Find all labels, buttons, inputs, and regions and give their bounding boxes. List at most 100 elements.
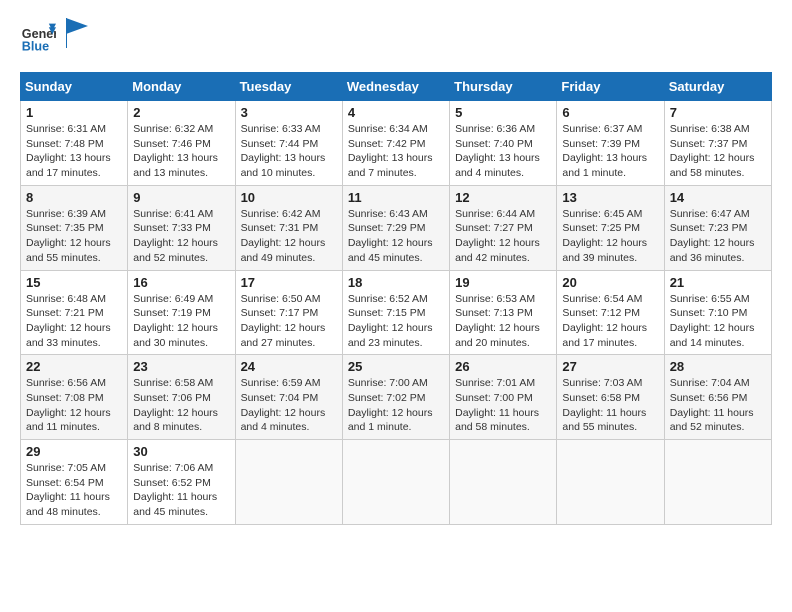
calendar-week-row: 29 Sunrise: 7:05 AM Sunset: 6:54 PM Dayli… — [21, 440, 772, 525]
day-number: 28 — [670, 359, 766, 374]
day-detail: Sunrise: 6:48 AM Sunset: 7:21 PM Dayligh… — [26, 292, 122, 351]
calendar-cell: 5 Sunrise: 6:36 AM Sunset: 7:40 PM Daylig… — [450, 101, 557, 186]
calendar-cell: 28 Sunrise: 7:04 AM Sunset: 6:56 PM Dayli… — [664, 355, 771, 440]
svg-text:Blue: Blue — [22, 40, 49, 54]
calendar-week-row: 8 Sunrise: 6:39 AM Sunset: 7:35 PM Daylig… — [21, 185, 772, 270]
calendar-cell: 21Sunrise: 6:55 AM Sunset: 7:10 PM Dayli… — [664, 270, 771, 355]
day-number: 1 — [26, 105, 122, 120]
day-detail: Sunrise: 6:38 AM Sunset: 7:37 PM Dayligh… — [670, 122, 766, 181]
calendar-cell: 26 Sunrise: 7:01 AM Sunset: 7:00 PM Dayli… — [450, 355, 557, 440]
day-number: 22 — [26, 359, 122, 374]
calendar-cell: 10Sunrise: 6:42 AM Sunset: 7:31 PM Dayli… — [235, 185, 342, 270]
day-number: 23 — [133, 359, 229, 374]
day-number: 29 — [26, 444, 122, 459]
day-number: 2 — [133, 105, 229, 120]
calendar-cell: 22Sunrise: 6:56 AM Sunset: 7:08 PM Dayli… — [21, 355, 128, 440]
calendar-cell: 30 Sunrise: 7:06 AM Sunset: 6:52 PM Dayli… — [128, 440, 235, 525]
calendar-cell: 9 Sunrise: 6:41 AM Sunset: 7:33 PM Daylig… — [128, 185, 235, 270]
header-saturday: Saturday — [664, 73, 771, 101]
calendar-cell: 29 Sunrise: 7:05 AM Sunset: 6:54 PM Dayli… — [21, 440, 128, 525]
day-number: 10 — [241, 190, 337, 205]
calendar-cell: 8 Sunrise: 6:39 AM Sunset: 7:35 PM Daylig… — [21, 185, 128, 270]
day-detail: Sunrise: 6:49 AM Sunset: 7:19 PM Dayligh… — [133, 292, 229, 351]
day-detail: Sunrise: 6:59 AM Sunset: 7:04 PM Dayligh… — [241, 376, 337, 435]
day-detail: Sunrise: 6:52 AM Sunset: 7:15 PM Dayligh… — [348, 292, 444, 351]
calendar-week-row: 22Sunrise: 6:56 AM Sunset: 7:08 PM Dayli… — [21, 355, 772, 440]
calendar-cell: 13 Sunrise: 6:45 AM Sunset: 7:25 PM Dayli… — [557, 185, 664, 270]
day-number: 24 — [241, 359, 337, 374]
day-number: 11 — [348, 190, 444, 205]
day-detail: Sunrise: 6:33 AM Sunset: 7:44 PM Dayligh… — [241, 122, 337, 181]
calendar-cell: 2 Sunrise: 6:32 AM Sunset: 7:46 PM Daylig… — [128, 101, 235, 186]
day-detail: Sunrise: 7:01 AM Sunset: 7:00 PM Dayligh… — [455, 376, 551, 435]
day-number: 16 — [133, 275, 229, 290]
calendar-cell — [664, 440, 771, 525]
day-number: 9 — [133, 190, 229, 205]
day-detail: Sunrise: 7:00 AM Sunset: 7:02 PM Dayligh… — [348, 376, 444, 435]
calendar-cell: 25 Sunrise: 7:00 AM Sunset: 7:02 PM Dayli… — [342, 355, 449, 440]
calendar-header-row: SundayMondayTuesdayWednesdayThursdayFrid… — [21, 73, 772, 101]
day-detail: Sunrise: 6:37 AM Sunset: 7:39 PM Dayligh… — [562, 122, 658, 181]
day-detail: Sunrise: 6:45 AM Sunset: 7:25 PM Dayligh… — [562, 207, 658, 266]
day-detail: Sunrise: 6:34 AM Sunset: 7:42 PM Dayligh… — [348, 122, 444, 181]
day-detail: Sunrise: 6:50 AM Sunset: 7:17 PM Dayligh… — [241, 292, 337, 351]
day-number: 12 — [455, 190, 551, 205]
day-detail: Sunrise: 6:44 AM Sunset: 7:27 PM Dayligh… — [455, 207, 551, 266]
calendar-cell: 16 Sunrise: 6:49 AM Sunset: 7:19 PM Dayli… — [128, 270, 235, 355]
day-number: 20 — [562, 275, 658, 290]
day-number: 3 — [241, 105, 337, 120]
header-sunday: Sunday — [21, 73, 128, 101]
day-detail: Sunrise: 6:39 AM Sunset: 7:35 PM Dayligh… — [26, 207, 122, 266]
calendar-cell: 3 Sunrise: 6:33 AM Sunset: 7:44 PM Daylig… — [235, 101, 342, 186]
calendar-cell: 6Sunrise: 6:37 AM Sunset: 7:39 PM Daylig… — [557, 101, 664, 186]
day-number: 17 — [241, 275, 337, 290]
calendar-cell — [235, 440, 342, 525]
day-number: 8 — [26, 190, 122, 205]
calendar-cell: 14 Sunrise: 6:47 AM Sunset: 7:23 PM Dayli… — [664, 185, 771, 270]
day-detail: Sunrise: 6:41 AM Sunset: 7:33 PM Dayligh… — [133, 207, 229, 266]
day-number: 27 — [562, 359, 658, 374]
calendar-cell: 7 Sunrise: 6:38 AM Sunset: 7:37 PM Daylig… — [664, 101, 771, 186]
header-monday: Monday — [128, 73, 235, 101]
day-detail: Sunrise: 7:04 AM Sunset: 6:56 PM Dayligh… — [670, 376, 766, 435]
calendar-week-row: 15 Sunrise: 6:48 AM Sunset: 7:21 PM Dayli… — [21, 270, 772, 355]
day-detail: Sunrise: 6:58 AM Sunset: 7:06 PM Dayligh… — [133, 376, 229, 435]
day-detail: Sunrise: 7:05 AM Sunset: 6:54 PM Dayligh… — [26, 461, 122, 520]
day-detail: Sunrise: 6:32 AM Sunset: 7:46 PM Dayligh… — [133, 122, 229, 181]
day-number: 14 — [670, 190, 766, 205]
day-number: 25 — [348, 359, 444, 374]
logo-flag-icon — [66, 18, 88, 48]
day-number: 26 — [455, 359, 551, 374]
day-detail: Sunrise: 6:54 AM Sunset: 7:12 PM Dayligh… — [562, 292, 658, 351]
calendar-week-row: 1Sunrise: 6:31 AM Sunset: 7:48 PM Daylig… — [21, 101, 772, 186]
header-friday: Friday — [557, 73, 664, 101]
day-detail: Sunrise: 7:03 AM Sunset: 6:58 PM Dayligh… — [562, 376, 658, 435]
day-number: 30 — [133, 444, 229, 459]
calendar-cell: 20 Sunrise: 6:54 AM Sunset: 7:12 PM Dayli… — [557, 270, 664, 355]
calendar-cell — [342, 440, 449, 525]
day-detail: Sunrise: 6:43 AM Sunset: 7:29 PM Dayligh… — [348, 207, 444, 266]
calendar-cell: 24 Sunrise: 6:59 AM Sunset: 7:04 PM Dayli… — [235, 355, 342, 440]
logo: General Blue — [20, 20, 88, 56]
calendar-cell: 17 Sunrise: 6:50 AM Sunset: 7:17 PM Dayli… — [235, 270, 342, 355]
calendar-cell: 19 Sunrise: 6:53 AM Sunset: 7:13 PM Dayli… — [450, 270, 557, 355]
header-thursday: Thursday — [450, 73, 557, 101]
day-detail: Sunrise: 6:53 AM Sunset: 7:13 PM Dayligh… — [455, 292, 551, 351]
day-detail: Sunrise: 6:55 AM Sunset: 7:10 PM Dayligh… — [670, 292, 766, 351]
day-number: 19 — [455, 275, 551, 290]
day-detail: Sunrise: 7:06 AM Sunset: 6:52 PM Dayligh… — [133, 461, 229, 520]
calendar-cell: 4Sunrise: 6:34 AM Sunset: 7:42 PM Daylig… — [342, 101, 449, 186]
day-number: 15 — [26, 275, 122, 290]
day-detail: Sunrise: 6:47 AM Sunset: 7:23 PM Dayligh… — [670, 207, 766, 266]
day-number: 18 — [348, 275, 444, 290]
calendar-cell: 11 Sunrise: 6:43 AM Sunset: 7:29 PM Dayli… — [342, 185, 449, 270]
calendar-cell — [557, 440, 664, 525]
day-number: 13 — [562, 190, 658, 205]
day-detail: Sunrise: 6:36 AM Sunset: 7:40 PM Dayligh… — [455, 122, 551, 181]
calendar-cell: 15 Sunrise: 6:48 AM Sunset: 7:21 PM Dayli… — [21, 270, 128, 355]
calendar-table: SundayMondayTuesdayWednesdayThursdayFrid… — [20, 72, 772, 525]
day-number: 7 — [670, 105, 766, 120]
header-wednesday: Wednesday — [342, 73, 449, 101]
calendar-cell: 12 Sunrise: 6:44 AM Sunset: 7:27 PM Dayli… — [450, 185, 557, 270]
day-number: 5 — [455, 105, 551, 120]
